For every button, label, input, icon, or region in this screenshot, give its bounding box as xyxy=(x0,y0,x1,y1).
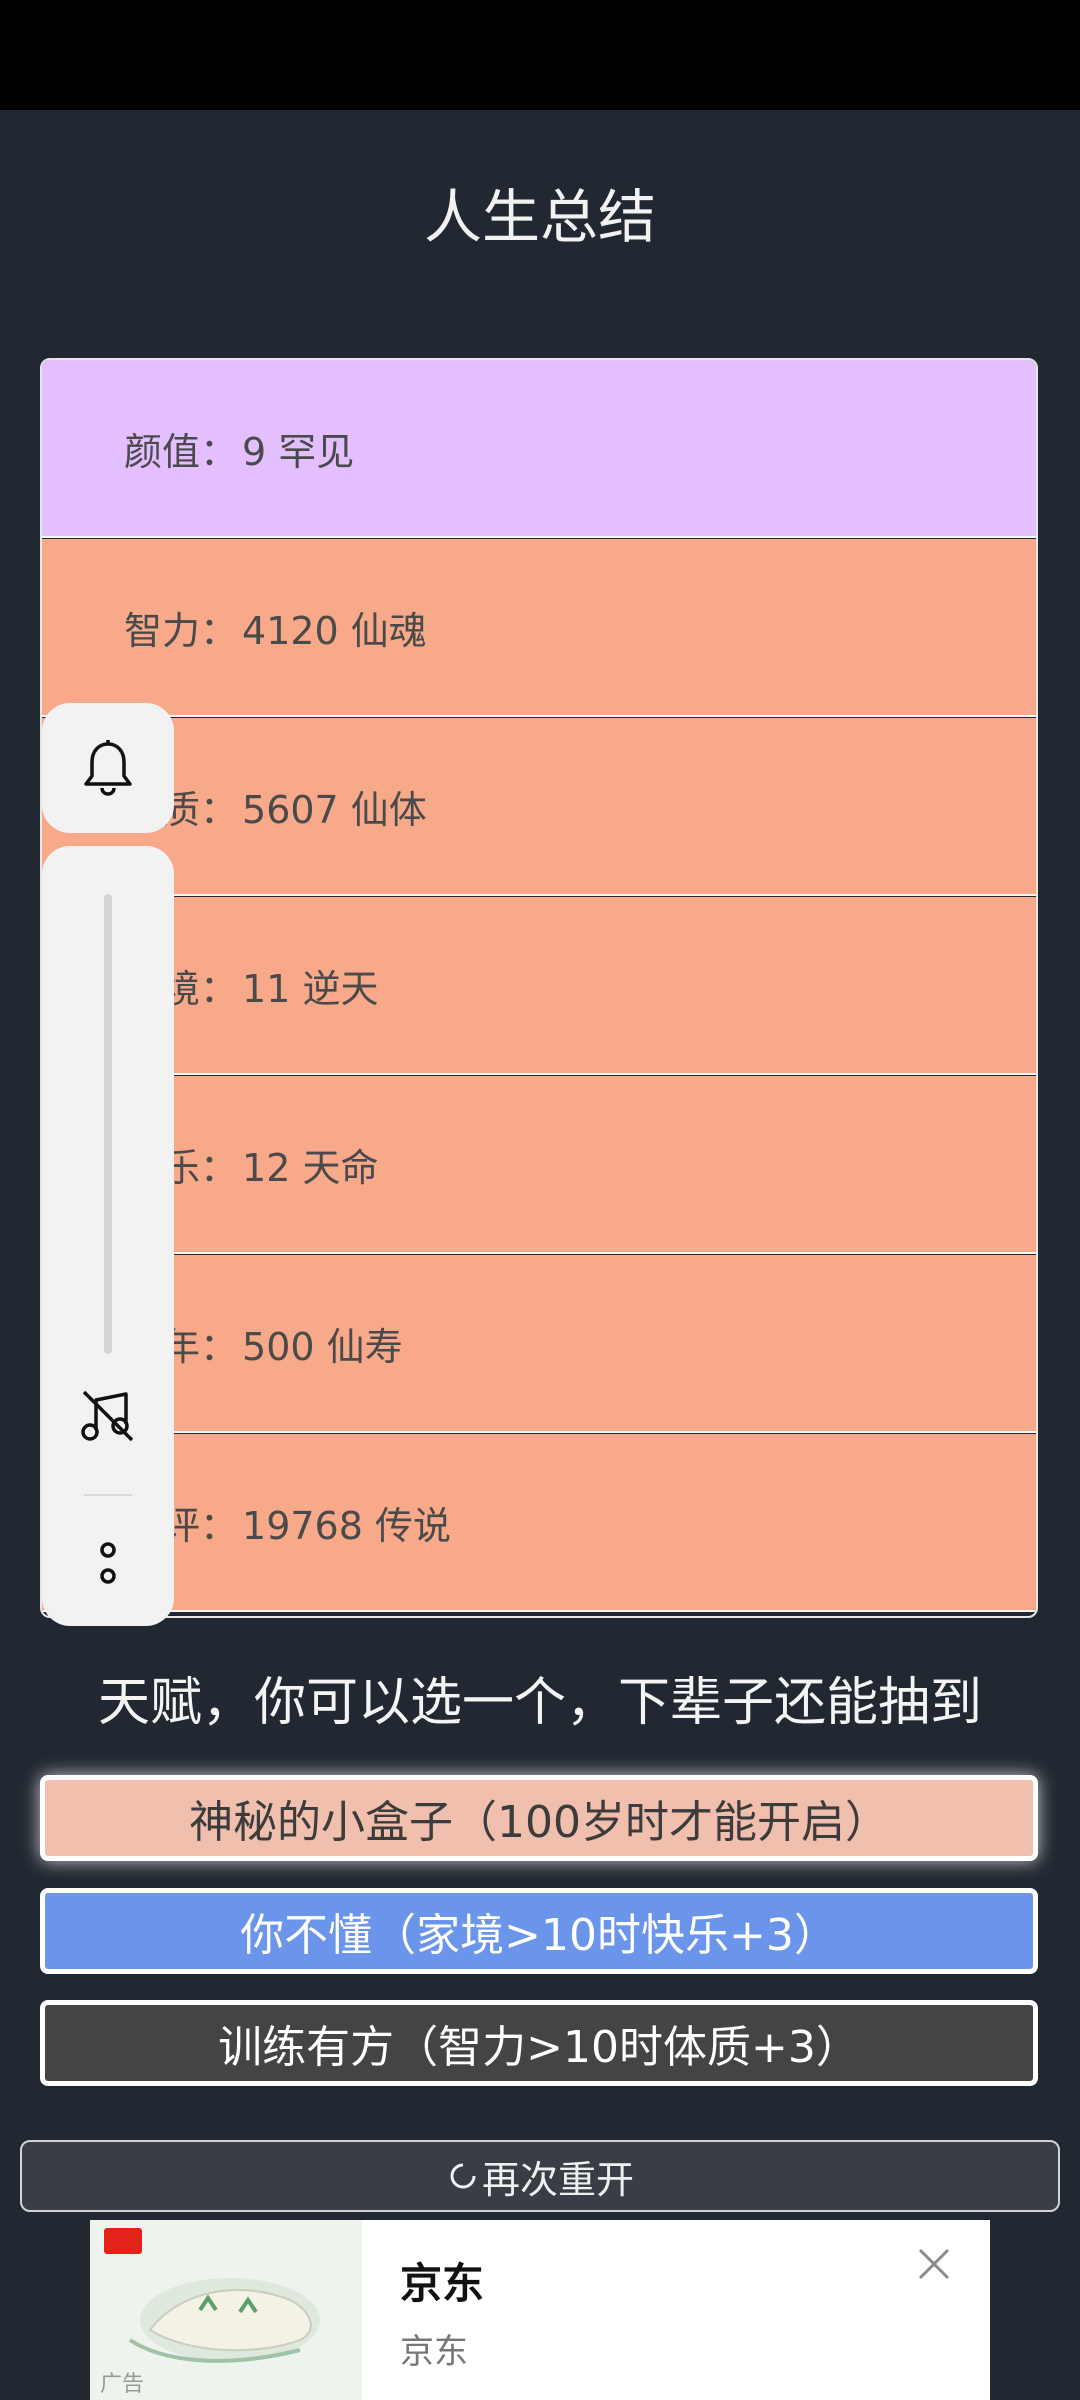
stat-label: 颜值： xyxy=(124,429,239,474)
stat-label: 智力： xyxy=(124,608,239,653)
status-bar xyxy=(0,0,1080,110)
stat-value: 500 仙寿 xyxy=(242,1324,403,1369)
page-title: 人生总结 xyxy=(423,183,656,251)
talent-option-mystery-box[interactable]: 神秘的小盒子（100岁时才能开启） xyxy=(40,1775,1038,1861)
close-icon[interactable] xyxy=(916,2246,952,2282)
restart-button[interactable]: 再次重开 xyxy=(20,2140,1060,2212)
bell-icon xyxy=(84,740,132,796)
stat-row-intelligence: 智力： 4120 仙魂 xyxy=(42,539,1036,717)
ad-subtitle: 京东 xyxy=(400,2332,468,2372)
stat-row-overall: 总评： 19768 传说 xyxy=(42,1434,1036,1612)
music-off-icon[interactable] xyxy=(78,1386,138,1446)
notification-button[interactable] xyxy=(42,703,174,833)
stat-value: 9 罕见 xyxy=(242,429,355,474)
ad-banner[interactable]: 广告 京东 京东 xyxy=(90,2220,990,2400)
volume-slider[interactable] xyxy=(104,894,112,1354)
stats-panel: 颜值： 9 罕见 智力： 4120 仙魂 体质： 5607 仙体 家境： 11 … xyxy=(40,358,1038,1618)
talent-option-well-trained[interactable]: 训练有方（智力>10时体质+3） xyxy=(40,2000,1038,2086)
stat-row-family: 家境： 11 逆天 xyxy=(42,897,1036,1075)
stat-row-appearance: 颜值： 9 罕见 xyxy=(42,360,1036,538)
stat-value: 19768 传说 xyxy=(242,1503,451,1548)
stat-value: 11 逆天 xyxy=(242,966,379,1011)
stat-value: 5607 仙体 xyxy=(242,787,427,832)
stat-value: 4120 仙魂 xyxy=(242,608,427,653)
talent-option-you-dont-understand[interactable]: 你不懂（家境>10时快乐+3） xyxy=(40,1888,1038,1974)
restart-label: 再次重开 xyxy=(481,2157,634,2202)
stat-value: 12 天命 xyxy=(242,1145,379,1190)
ad-tag: 广告 xyxy=(100,2372,145,2397)
refresh-icon xyxy=(450,2163,476,2189)
stat-row-lifespan: 享年： 500 仙寿 xyxy=(42,1255,1036,1433)
talent-prompt: 天赋，你可以选一个，下辈子还能抽到 xyxy=(97,1673,982,1733)
stat-row-constitution: 体质： 5607 仙体 xyxy=(42,718,1036,896)
panel-divider xyxy=(84,1494,132,1496)
more-icon[interactable] xyxy=(92,1536,124,1596)
stat-row-happiness: 快乐： 12 天命 xyxy=(42,1076,1036,1254)
ad-title: 京东 xyxy=(400,2259,485,2308)
ad-image: 广告 xyxy=(90,2220,362,2400)
floating-control-panel xyxy=(42,846,174,1626)
